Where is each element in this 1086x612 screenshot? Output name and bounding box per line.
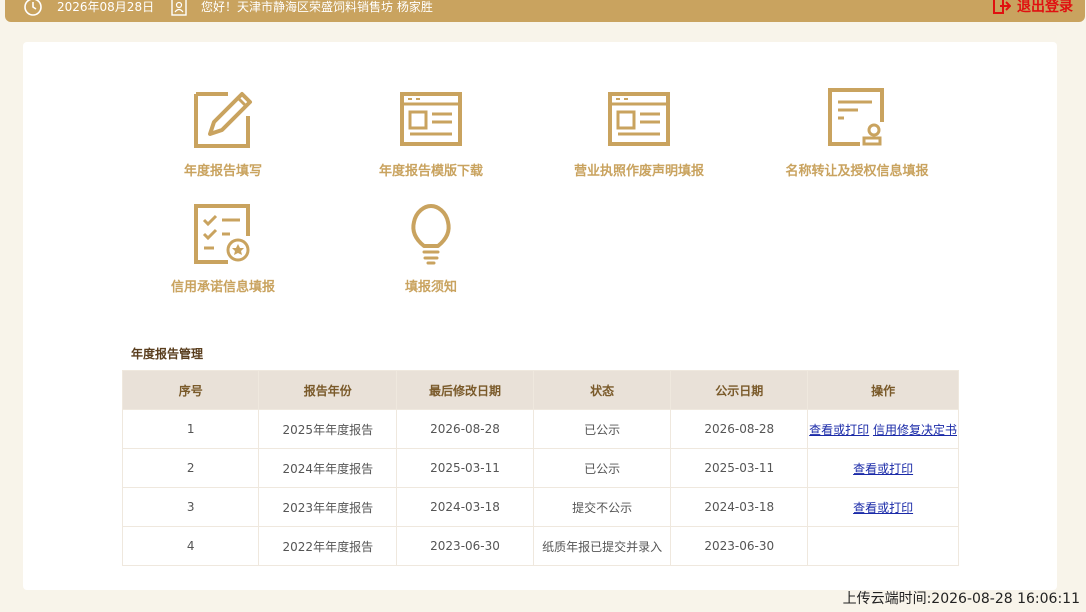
cell-modified: 2026-08-28: [396, 409, 534, 449]
user-doc-icon: [171, 0, 187, 16]
license-doc-icon: [608, 92, 670, 146]
table-row: 4 2022年年度报告 2023-06-30 纸质年报已提交并录入 2023-0…: [121, 526, 959, 566]
col-header: 公示日期: [670, 370, 809, 410]
cell-no: 2: [121, 448, 260, 488]
upload-time: 上传云端时间:2026-08-28 16:06:11: [842, 591, 1080, 607]
col-header: 状态: [532, 370, 672, 410]
cell-modified: 2024-03-18: [396, 487, 534, 527]
tile-license-void[interactable]: 营业执照作废声明填报: [539, 86, 739, 196]
table-row: 2 2024年年度报告 2025-03-11 已公示 2025-03-11 查看…: [121, 448, 959, 488]
template-doc-icon: [400, 92, 462, 146]
current-date: 2026年08月28日: [57, 0, 155, 14]
table-row: 1 2025年年度报告 2026-08-28 已公示 2026-08-28 查看…: [121, 409, 959, 449]
cell-no: 1: [121, 409, 260, 449]
certificate-stamp-icon: [828, 88, 884, 146]
pencil-form-icon: [194, 92, 252, 148]
cell-no: 4: [121, 526, 260, 566]
tile-label: 年度报告模版下载: [378, 164, 483, 179]
tile-label: 信用承诺信息填报: [170, 280, 275, 295]
cell-year: 2023年年度报告: [258, 487, 398, 527]
lightbulb-icon: [411, 204, 451, 265]
cell-publish: 2023-06-30: [670, 526, 809, 566]
annual-report-table: 序号 报告年份 最后修改日期 状态 公示日期 操作 1 2025年年度报告 20…: [121, 370, 959, 566]
cell-actions: 查看或打印: [807, 487, 959, 527]
tile-label: 年度报告填写: [183, 164, 262, 179]
cell-year: 2024年年度报告: [258, 448, 398, 488]
user-greeting: 您好！天津市静海区荣盛饲料销售坊 杨家胜: [201, 0, 433, 14]
tile-name-transfer[interactable]: 名称转让及授权信息填报: [757, 86, 957, 196]
section-title: 年度报告管理: [131, 347, 204, 361]
table-header-row: 序号 报告年份 最后修改日期 状态 公示日期 操作: [121, 370, 959, 410]
cell-status: 提交不公示: [532, 487, 672, 527]
col-header: 操作: [807, 370, 959, 410]
credit-repair-link[interactable]: 信用修复决定书: [873, 423, 957, 437]
cell-actions: 查看或打印: [807, 448, 959, 488]
cell-status: 纸质年报已提交并录入: [532, 526, 672, 566]
cell-publish: 2026-08-28: [670, 409, 809, 449]
cell-publish: 2024-03-18: [670, 487, 809, 527]
cell-publish: 2025-03-11: [670, 448, 809, 488]
logout-label: 退出登录: [1017, 0, 1073, 15]
tile-credit-commitment[interactable]: 信用承诺信息填报: [123, 202, 323, 312]
col-header: 报告年份: [258, 370, 398, 410]
table-row: 3 2023年年度报告 2024-03-18 提交不公示 2024-03-18 …: [121, 487, 959, 527]
cell-modified: 2023-06-30: [396, 526, 534, 566]
col-header: 序号: [121, 370, 260, 410]
cell-modified: 2025-03-11: [396, 448, 534, 488]
tile-template-download[interactable]: 年度报告模版下载: [331, 86, 531, 196]
cell-status: 已公示: [532, 448, 672, 488]
logout-icon: [993, 0, 1011, 14]
top-bar: 2026年08月28日 您好！天津市静海区荣盛饲料销售坊 杨家胜 退出登录: [5, 0, 1085, 22]
cell-year: 2025年年度报告: [258, 409, 398, 449]
cell-status: 已公示: [532, 409, 672, 449]
view-print-link[interactable]: 查看或打印: [853, 501, 913, 515]
col-header: 最后修改日期: [396, 370, 534, 410]
cell-actions: 查看或打印 信用修复决定书: [807, 409, 959, 449]
cell-year: 2022年年度报告: [258, 526, 398, 566]
view-print-link[interactable]: 查看或打印: [809, 423, 869, 437]
view-print-link[interactable]: 查看或打印: [853, 462, 913, 476]
tile-annual-report-fill[interactable]: 年度报告填写: [123, 86, 323, 196]
clock-icon: [24, 0, 42, 16]
tile-label: 填报须知: [404, 280, 457, 295]
tile-label: 名称转让及授权信息填报: [785, 164, 929, 179]
logout-button[interactable]: 退出登录: [993, 0, 1073, 16]
tile-filing-notice[interactable]: 填报须知: [331, 202, 531, 312]
cell-actions: [807, 526, 959, 566]
tile-label: 营业执照作废声明填报: [573, 164, 704, 179]
checklist-badge-icon: [194, 204, 250, 264]
cell-no: 3: [121, 487, 260, 527]
